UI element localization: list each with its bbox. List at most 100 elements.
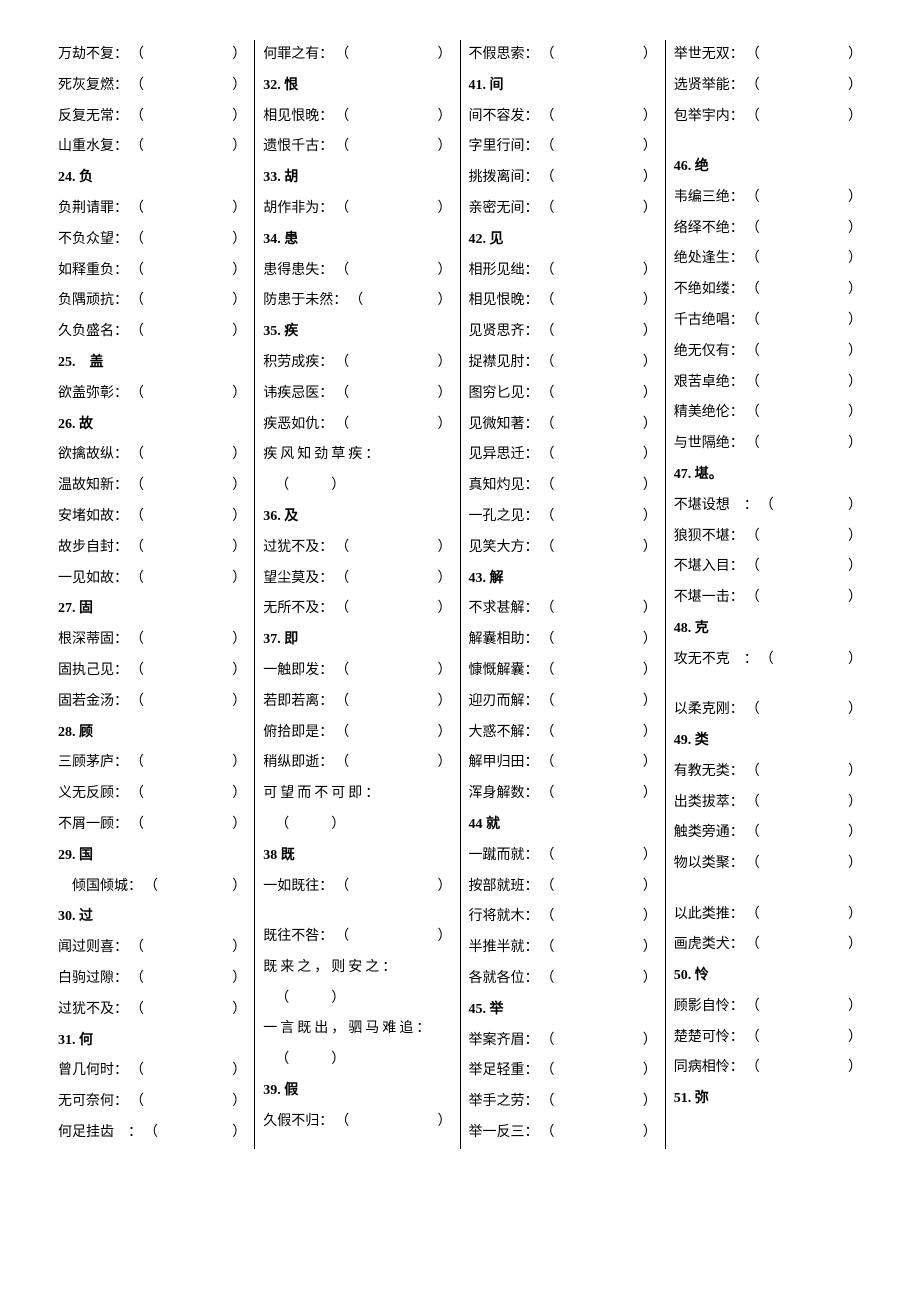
- paren-close: ）: [623, 1087, 657, 1118]
- paren-close: ）: [212, 471, 246, 502]
- idiom-text: 患得患失：: [263, 256, 333, 287]
- idiom-text: 万劫不复：: [58, 40, 128, 71]
- idiom-text: 积劳成疾：: [263, 348, 333, 379]
- idiom-entry: 绝处逢生：（）: [674, 244, 862, 275]
- idiom-text: 见笑大方：: [469, 533, 539, 564]
- blank-line: [263, 902, 451, 922]
- idiom-entry: 讳疾忌医：（）: [263, 379, 451, 410]
- paren-close: ）: [418, 564, 452, 595]
- paren-close: ）: [623, 379, 657, 410]
- paren-open: （: [130, 102, 144, 133]
- paren-close: ）: [418, 286, 452, 317]
- idiom-text: 无所不及：: [263, 594, 333, 625]
- idiom-entry: 俯拾即是：（）: [263, 718, 451, 749]
- idiom-text: 慷慨解囊：: [469, 656, 539, 687]
- section-heading: 51. 弥: [674, 1084, 862, 1115]
- paren-close: ）: [828, 40, 862, 71]
- idiom-text: 绝无仅有：: [674, 337, 744, 368]
- idiom-text: 温故知新：: [58, 471, 128, 502]
- section-heading: 39. 假: [263, 1076, 451, 1107]
- idiom-text: 络绎不绝：: [674, 214, 744, 245]
- paren-close: ）: [212, 872, 246, 903]
- idiom-text: 何足挂齿 ：: [58, 1118, 142, 1149]
- idiom-text: 不屑一顾：: [58, 810, 128, 841]
- paren-open: （: [144, 872, 158, 903]
- idiom-entry: 不堪入目：（）: [674, 552, 862, 583]
- idiom-entry: 真知灼见：（）: [469, 471, 657, 502]
- idiom-entry: 一如既往：（）: [263, 872, 451, 903]
- idiom-text: 何罪之有：: [263, 40, 333, 71]
- idiom-entry: 行将就木：（）: [469, 902, 657, 933]
- section-heading: 45. 举: [469, 995, 657, 1026]
- paren-open: （: [541, 502, 555, 533]
- paren-open: （: [541, 286, 555, 317]
- idiom-text: 行将就木：: [469, 902, 539, 933]
- paren-close: ）: [418, 40, 452, 71]
- paren-open: （: [335, 1107, 349, 1138]
- paren-open: （: [746, 244, 760, 275]
- paren-open: （: [746, 695, 760, 726]
- idiom-text: 防患于未然：: [263, 286, 347, 317]
- section-heading: 50. 怜: [674, 961, 862, 992]
- paren-close: ）: [623, 656, 657, 687]
- paren-close: ）: [623, 440, 657, 471]
- paren-open: （: [335, 40, 349, 71]
- paren-open: （: [130, 440, 144, 471]
- idiom-entry: 积劳成疾：（）: [263, 348, 451, 379]
- paren-open: （: [130, 1087, 144, 1118]
- idiom-entry: 狼狈不堪：（）: [674, 522, 862, 553]
- idiom-text: 倾国倾城：: [72, 872, 142, 903]
- idiom-text: 如释重负：: [58, 256, 128, 287]
- idiom-text: 半推半就：: [469, 933, 539, 964]
- section-heading: 33. 胡: [263, 163, 451, 194]
- paren-close: ）: [623, 687, 657, 718]
- idiom-text: 举足轻重：: [469, 1056, 539, 1087]
- section-heading: 38 既: [263, 841, 451, 872]
- paren-open: （: [746, 992, 760, 1023]
- paren-close: ）: [212, 40, 246, 71]
- paren-open: （: [746, 930, 760, 961]
- paren-close: ）: [212, 687, 246, 718]
- document-columns: 万劫不复：（）死灰复燃：（）反复无常：（）山重水复：（）24. 负负荆请罪：（）…: [50, 40, 870, 1149]
- paren-open: （: [130, 625, 144, 656]
- paren-open: （: [541, 256, 555, 287]
- idiom-text: 举手之劳：: [469, 1087, 539, 1118]
- idiom-entry: 反复无常：（）: [58, 102, 246, 133]
- idiom-entry: 一蹴而就：（）: [469, 841, 657, 872]
- idiom-entry: 山重水复：（）: [58, 132, 246, 163]
- idiom-entry: 无可奈何：（）: [58, 1087, 246, 1118]
- paren-close: ）: [418, 348, 452, 379]
- idiom-text: 久假不归：: [263, 1107, 333, 1138]
- idiom-text: 物以类聚：: [674, 849, 744, 880]
- idiom-entry: 按部就班：（）: [469, 872, 657, 903]
- idiom-text: 包举宇内：: [674, 102, 744, 133]
- paren-close: ）: [212, 810, 246, 841]
- section-heading: 32. 恨: [263, 71, 451, 102]
- paren-open: （: [541, 902, 555, 933]
- idiom-entry: 久负盛名：（）: [58, 317, 246, 348]
- paren-open: （: [541, 1118, 555, 1149]
- paren-open: （: [541, 471, 555, 502]
- idiom-text: 各就各位：: [469, 964, 539, 995]
- idiom-text: 一蹴而就：: [469, 841, 539, 872]
- idiom-text: 欲擒故纵：: [58, 440, 128, 471]
- idiom-text: 无可奈何：: [58, 1087, 128, 1118]
- paren-close: ）: [212, 71, 246, 102]
- paren-close: ）: [418, 533, 452, 564]
- paren-close: ）: [828, 244, 862, 275]
- section-heading: 44 就: [469, 810, 657, 841]
- paren-close: ）: [212, 379, 246, 410]
- paren-close: ）: [828, 849, 862, 880]
- paren-close: ）: [418, 922, 452, 953]
- idiom-text: 真知灼见：: [469, 471, 539, 502]
- idiom-entry: 曾几何时：（）: [58, 1056, 246, 1087]
- paren-open: （: [130, 779, 144, 810]
- idiom-text: 千古绝唱：: [674, 306, 744, 337]
- idiom-text: 图穷匕见：: [469, 379, 539, 410]
- paren-open: （: [541, 1087, 555, 1118]
- idiom-entry: 攻无不克 ：（）: [674, 645, 862, 676]
- paren-open: （: [541, 841, 555, 872]
- paren-close: ）: [623, 132, 657, 163]
- idiom-text: 解囊相助：: [469, 625, 539, 656]
- paren-close: ）: [418, 132, 452, 163]
